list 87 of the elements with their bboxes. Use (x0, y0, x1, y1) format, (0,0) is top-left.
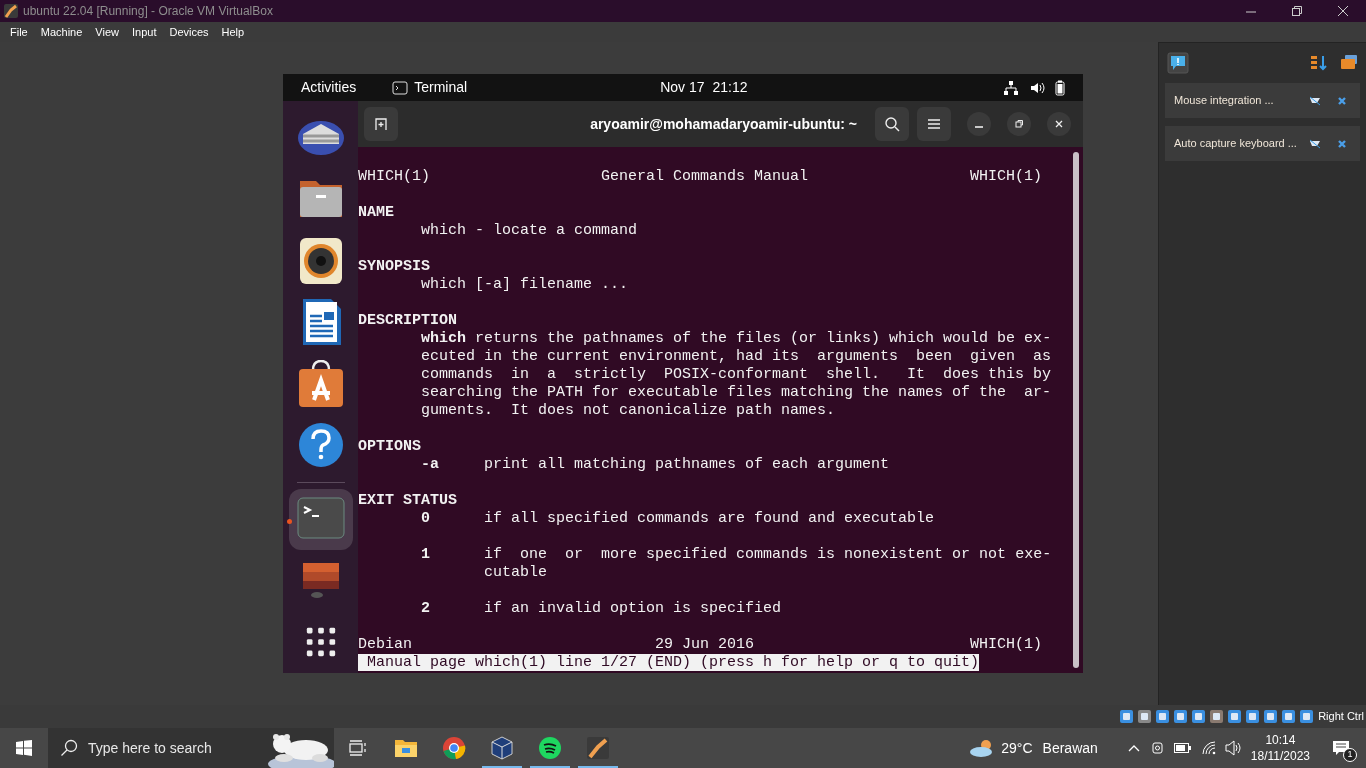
minimize-icon (975, 126, 983, 128)
date-text: 18/11/2023 (1250, 748, 1310, 764)
manual-line: 0 if all specified commands are found and executable (420, 510, 936, 528)
menu-item[interactable]: File (10, 23, 28, 41)
maximize-button[interactable] (1007, 112, 1031, 136)
restore-icon (1014, 119, 1024, 129)
manual-line: WHICH(1) General Commands Manual WHICH(1) (358, 168, 1044, 186)
help-icon[interactable] (296, 421, 345, 469)
wifi-icon[interactable] (1200, 741, 1217, 755)
running-indicator (530, 766, 570, 768)
music-app-icon[interactable] (538, 736, 562, 760)
clock[interactable]: Nov 17 21:12 (660, 77, 748, 98)
search-icon (884, 116, 900, 132)
temperature-text: 29°C (1001, 738, 1033, 758)
manual-line: 2 if an invalid option is specified (420, 600, 783, 618)
battery-icon[interactable] (1055, 79, 1065, 96)
menu-button[interactable] (917, 107, 951, 141)
terminal-icon (392, 80, 409, 95)
restore-icon[interactable] (1290, 4, 1304, 18)
menu-item[interactable]: Devices (169, 23, 209, 41)
manual-line: DESCRIPTION (358, 312, 459, 330)
running-indicator (286, 518, 292, 524)
cube-icon[interactable] (490, 736, 514, 760)
notification-text: Auto capture keyboard ... (1174, 136, 1298, 152)
date-text: Nov 17 (660, 78, 705, 97)
app-menu[interactable]: Terminal (414, 77, 468, 98)
weather-text: Berawan (1042, 738, 1098, 758)
search-button[interactable] (875, 107, 909, 141)
window-title: ubuntu 22.04 [Running] - Oracle VM VirtualBox (23, 3, 273, 20)
manual-line: commands in a strictly POSIX-conformant shell. It does this by (420, 366, 1053, 384)
time-text: 21:12 (712, 78, 748, 97)
browser-icon[interactable] (442, 736, 466, 760)
manual-line: ecuted in the current environment, had its arguments been given as (420, 348, 1053, 366)
close-button[interactable] (1047, 112, 1071, 136)
pin-icon[interactable] (1309, 138, 1321, 149)
manual-line: NAME (358, 204, 395, 222)
minimize-button[interactable] (967, 112, 991, 136)
vm-window-icon[interactable] (586, 736, 610, 760)
scrollbar-thumb[interactable] (1073, 152, 1079, 668)
manual-line: OPTIONS (358, 438, 422, 456)
app-icon (3, 3, 19, 19)
menu-item[interactable]: Help (221, 23, 245, 41)
manual-line: which - locate a command (420, 222, 639, 240)
close-icon[interactable] (1336, 4, 1350, 18)
manual-line: SYNOPSIS (358, 258, 431, 276)
new-tab-icon (373, 116, 389, 132)
menu-icon (927, 118, 941, 130)
menu-item[interactable]: View (95, 23, 119, 41)
manual-line: searching the PATH for executable files matching the names of the ar- (420, 384, 1053, 402)
notification-card[interactable]: Auto capture keyboard ... (1165, 126, 1360, 161)
menu-item[interactable]: Input (131, 23, 157, 41)
pin-icon[interactable] (1309, 95, 1321, 106)
task-view-icon[interactable] (349, 740, 367, 756)
manual-line: cutable (483, 564, 549, 582)
terminal-title: aryoamir@mohamadaryoamir-ubuntu: ~ (590, 114, 857, 134)
menu-item[interactable]: Machine (40, 23, 83, 41)
search-placeholder: Type here to search (88, 738, 212, 758)
message-icon[interactable] (1167, 52, 1189, 74)
search-field[interactable]: Type here to search (48, 728, 334, 768)
webcam-icon[interactable] (1151, 740, 1164, 756)
messages-stack-icon[interactable] (1340, 54, 1358, 72)
manual-line: 1 if one or more specified commands is nonexistent or not exe- (420, 546, 1053, 564)
notification-card[interactable]: Mouse integration ... (1165, 83, 1360, 118)
running-indicator (578, 766, 618, 768)
volume-icon[interactable] (1224, 740, 1243, 756)
manual-line: EXIT STATUS (358, 492, 459, 510)
manual-line: guments. It does not canonicalize path names. (420, 402, 837, 420)
clock[interactable]: 10:14 18/11/2023 (1250, 732, 1310, 764)
search-icon (60, 739, 78, 757)
notification-text: Mouse integration ... (1174, 93, 1275, 109)
manual-line: Debian 29 Jun 2016 WHICH(1) (358, 636, 1044, 654)
activities-button[interactable]: Activities (301, 77, 357, 98)
time-text: 10:14 (1265, 732, 1296, 748)
host-key-label: Right Ctrl (1318, 709, 1364, 725)
running-indicator (482, 766, 522, 768)
manual-line: which returns the pathnames of the files (or links) which would be ex- (420, 330, 1053, 348)
close-icon (1054, 119, 1064, 129)
manual-line: which [-a] filename ... (420, 276, 630, 294)
chevron-up-icon[interactable] (1127, 744, 1140, 752)
notification-icon[interactable] (1332, 740, 1350, 756)
sort-icon[interactable] (1310, 54, 1328, 72)
new-tab-button[interactable] (364, 107, 398, 141)
notification-count: 1 (1343, 748, 1357, 762)
shopping-bag-icon[interactable] (296, 359, 345, 408)
battery-icon[interactable] (1173, 743, 1191, 753)
manual-line: -a print all matching pathnames of each argument (420, 456, 891, 474)
windows-logo-icon (16, 740, 32, 756)
